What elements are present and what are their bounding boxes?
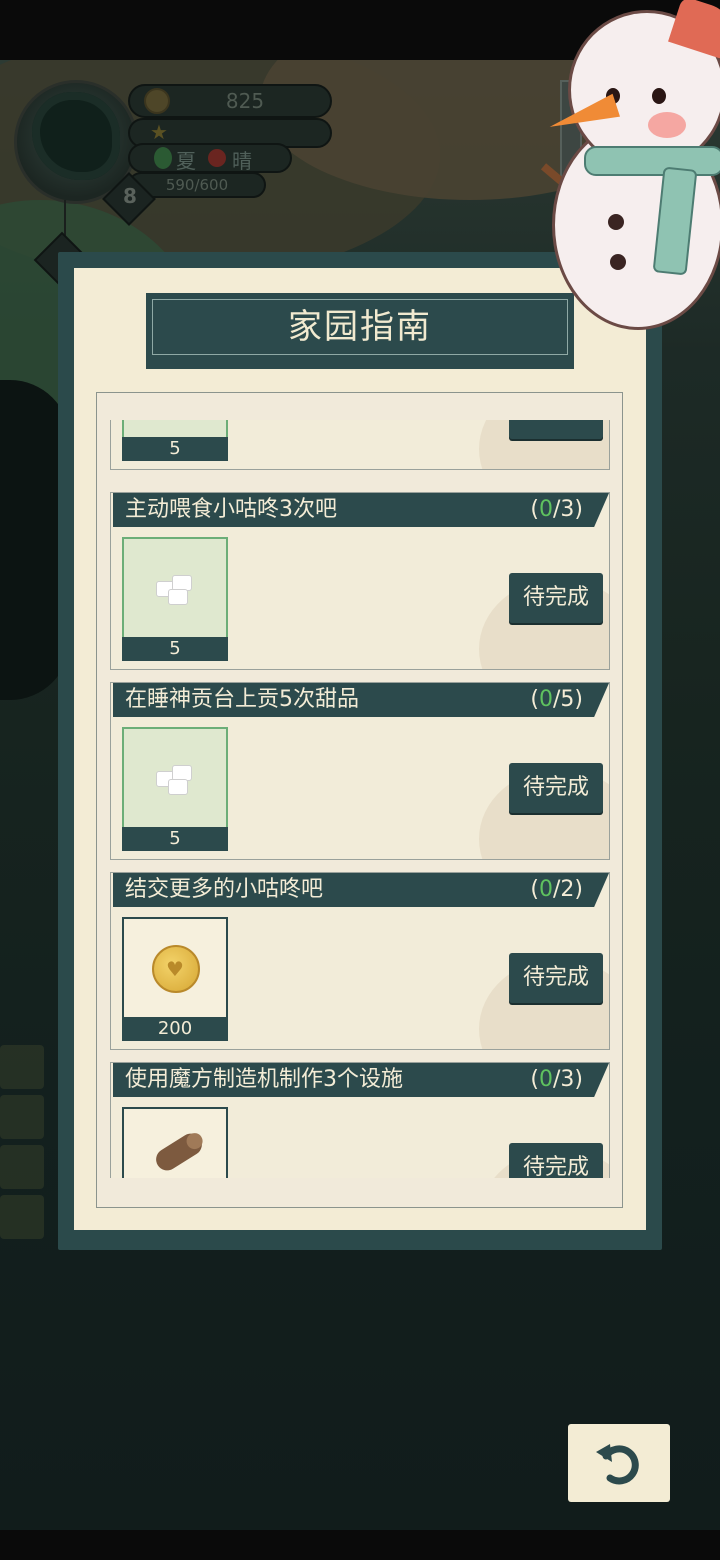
task-description: 主动喂食小咕咚3次吧 [125,497,337,522]
reward-slot: 5 [122,537,228,663]
task-card: 使用魔方制造机制作3个设施 (0/3) 待完成 [110,1062,610,1178]
reward-quantity: 5 [122,437,228,461]
navigation-bar [0,1530,720,1560]
season-label: 夏 [176,149,196,173]
reward-quantity: 200 [122,1017,228,1041]
back-button[interactable] [568,1424,670,1502]
star-icon: ★ [150,120,168,144]
level-value: 8 [123,184,137,208]
side-slots [0,1045,46,1245]
reward-quantity: 5 [122,827,228,851]
task-description: 在睡神贡台上贡5次甜品 [125,687,359,712]
task-progress: (0/5) [530,687,583,712]
pending-button[interactable] [509,420,603,439]
task-list[interactable]: 5 主动喂食小咕咚3次吧 (0/3) 5 待完成 在睡神贡台上贡5次甜品 (0/… [110,420,610,1178]
sugar-cube-icon [154,573,198,607]
reward-slot: 5 [122,727,228,853]
task-progress: (0/2) [530,877,583,902]
pending-button[interactable]: 待完成 [509,1143,603,1178]
sugar-cube-icon [154,763,198,797]
task-description: 使用魔方制造机制作3个设施 [125,1067,403,1092]
gold-coin-icon: ♥ [152,945,200,993]
task-card: 主动喂食小咕咚3次吧 (0/3) 5 待完成 [110,492,610,670]
coin-count: 825 [225,89,265,113]
snowman-decoration [540,0,720,335]
panel-title: 家园指南 [288,307,432,347]
weather-label: 晴 [232,149,252,173]
task-progress: (0/3) [530,1067,583,1092]
coin-icon [144,88,170,114]
undo-arrow-icon [596,1444,639,1485]
pending-button[interactable]: 待完成 [509,573,603,623]
energy-value: 590/600 [165,176,229,194]
wood-log-icon [151,1129,207,1175]
pending-button[interactable]: 待完成 [509,763,603,813]
reward-quantity: 5 [122,637,228,661]
task-progress: (0/3) [530,497,583,522]
task-card: 5 [110,420,610,470]
reward-slot: 5 [122,420,228,463]
task-description: 结交更多的小咕咚吧 [125,877,324,902]
task-card: 在睡神贡台上贡5次甜品 (0/5) 5 待完成 [110,682,610,860]
leaf-icon [154,147,172,169]
pending-button[interactable]: 待完成 [509,953,603,1003]
task-card: 结交更多的小咕咚吧 (0/2) ♥ 200 待完成 [110,872,610,1050]
panel-title-bar: 家园指南 [146,293,574,369]
reward-slot: ♥ 200 [122,917,228,1043]
sun-icon [208,149,226,167]
reward-slot [122,1107,228,1178]
